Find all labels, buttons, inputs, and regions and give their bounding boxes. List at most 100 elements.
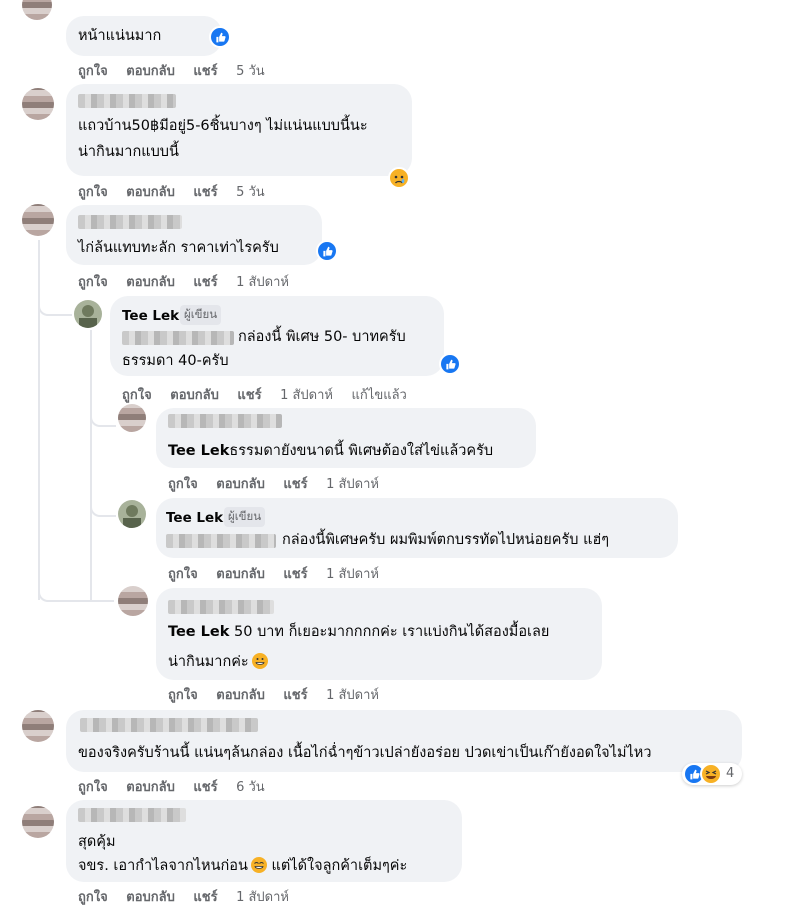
reply-button[interactable]: ตอบกลับ [126,185,175,200]
comment-bubble: แถวบ้าน50฿มีอยู่5-6ชิ้นบางๆ ไม่แน่นแบบนี… [66,84,412,176]
comment-bubble: หน้าแน่นมาก [66,16,222,56]
haha-reaction-icon [700,763,722,785]
timestamp[interactable]: 1 สัปดาห์ [326,567,379,582]
thread-connector [38,580,114,602]
comment-text: ของจริงครับร้านนี้ แน่นๆล้นกล่อง เนื้อไก… [78,745,652,761]
comment-text: ไก่ล้นแทบทะลัก ราคาเท่าไรครับ [78,240,279,256]
reply-button[interactable]: ตอบกลับ [126,890,175,905]
blurred-author-name [78,215,182,229]
reply-text-line1: Tee Lek 50 บาท ก็เยอะมากกกกค่ะ เราแบ่งกิ… [168,624,550,640]
share-button[interactable]: แชร์ [193,275,217,290]
share-button[interactable]: แชร์ [283,477,307,492]
comment-bubble: ของจริงครับร้านนี้ แน่นๆล้นกล่อง เนื้อไก… [66,710,742,772]
like-button[interactable]: ถูกใจ [168,567,198,582]
timestamp[interactable]: 1 สัปดาห์ [236,890,289,905]
grin-emoji-icon [251,653,268,669]
blurred-author-name [78,94,176,108]
reply-button[interactable]: ตอบกลับ [126,275,175,290]
share-button[interactable]: แชร์ [193,890,217,905]
comment-bubble: ไก่ล้นแทบทะลัก ราคาเท่าไรครับ [66,205,322,265]
like-button[interactable]: ถูกใจ [122,388,152,403]
share-button[interactable]: แชร์ [193,64,217,79]
reply-actions: ถูกใจ ตอบกลับ แชร์ 1 สัปดาห์ แก้ไขแล้ว [122,384,421,405]
timestamp[interactable]: 6 วัน [236,780,265,795]
reaction-summary[interactable]: 4 [682,763,742,785]
reply-button[interactable]: ตอบกลับ [216,567,265,582]
thread-line [90,330,92,600]
comment-actions: ถูกใจ ตอบกลับ แชร์ 6 วัน [78,776,279,797]
reply-text-line1: กล่องนี้ พิเศษ 50- บาทครับ [238,329,406,345]
like-button[interactable]: ถูกใจ [78,275,108,290]
reply-bubble: Tee Lek ผู้เขียน กล่องนี้ พิเศษ 50- บาทค… [110,296,444,376]
reply-button[interactable]: ตอบกลับ [126,64,175,79]
author-name[interactable]: Tee Lek [166,510,223,526]
comment-bubble: สุดคุ้ม จขร. เอากำไลจากไหนก่อน แต่ได้ใจล… [66,800,462,882]
blurred-author-name [78,808,186,822]
edited-label: แก้ไขแล้ว [351,388,407,403]
timestamp[interactable]: 1 สัปดาห์ [326,477,379,492]
reply-button[interactable]: ตอบกลับ [216,688,265,703]
reaction-count: 4 [726,766,735,781]
avatar[interactable] [22,0,52,20]
blurred-author-name [168,414,282,428]
avatar[interactable] [22,806,54,838]
blurred-author-name [80,718,258,732]
timestamp[interactable]: 1 สัปดาห์ [280,388,333,403]
reply-text: Tee Lekธรรมดายังขนาดนี้ พิเศษต้องใส่ไข่แ… [168,443,494,459]
sad-reaction-icon[interactable] [388,167,410,189]
timestamp[interactable]: 1 สัปดาห์ [236,275,289,290]
comment-text-line1: แถวบ้าน50฿มีอยู่5-6ชิ้นบางๆ ไม่แน่นแบบนี… [78,118,368,134]
share-button[interactable]: แชร์ [193,185,217,200]
like-button[interactable]: ถูกใจ [78,185,108,200]
avatar[interactable] [118,404,146,432]
mention-tee-lek[interactable]: Tee Lek [168,624,229,640]
blurred-mention [166,534,276,548]
thread-connector [90,490,116,517]
comment-actions: ถูกใจ ตอบกลับ แชร์ 1 สัปดาห์ [78,886,303,907]
grin-emoji-icon [250,857,267,873]
mention-tee-lek[interactable]: Tee Lek [168,443,229,459]
comment-text-line1: สุดคุ้ม [78,834,116,850]
avatar[interactable] [22,88,54,120]
like-icon[interactable] [316,240,338,262]
author-name[interactable]: Tee Lek [122,308,179,324]
reply-actions: ถูกใจ ตอบกลับ แชร์ 1 สัปดาห์ [168,684,393,705]
like-button[interactable]: ถูกใจ [168,477,198,492]
blurred-author-name [168,600,274,614]
comment-actions: ถูกใจ ตอบกลับ แชร์ 5 วัน [78,181,279,202]
share-button[interactable]: แชร์ [283,688,307,703]
reply-button[interactable]: ตอบกลับ [126,780,175,795]
avatar[interactable] [22,204,54,236]
share-button[interactable]: แชร์ [283,567,307,582]
reply-actions: ถูกใจ ตอบกลับ แชร์ 1 สัปดาห์ [168,473,393,494]
avatar[interactable] [74,300,102,328]
share-button[interactable]: แชร์ [193,780,217,795]
like-button[interactable]: ถูกใจ [78,890,108,905]
reply-text-line2: ธรรมดา 40-ครับ [122,353,229,369]
reply-bubble: Tee Lekธรรมดายังขนาดนี้ พิเศษต้องใส่ไข่แ… [156,408,536,468]
avatar[interactable] [118,500,146,528]
thread-connector [38,290,72,316]
like-button[interactable]: ถูกใจ [78,780,108,795]
comment-text-line2: จขร. เอากำไลจากไหนก่อน แต่ได้ใจลูกค้าเต็… [78,857,408,874]
share-button[interactable]: แชร์ [237,388,261,403]
reply-button[interactable]: ตอบกลับ [170,388,219,403]
thread-connector [90,400,116,427]
timestamp[interactable]: 5 วัน [236,185,265,200]
timestamp[interactable]: 5 วัน [236,64,265,79]
like-icon[interactable] [209,26,231,48]
reply-actions: ถูกใจ ตอบกลับ แชร์ 1 สัปดาห์ [168,563,393,584]
reply-text: กล่องนี้พิเศษครับ ผมพิมพ์ตกบรรทัดไปหน่อย… [282,532,610,548]
like-button[interactable]: ถูกใจ [168,688,198,703]
like-button[interactable]: ถูกใจ [78,64,108,79]
reply-bubble: Tee Lek ผู้เขียน กล่องนี้พิเศษครับ ผมพิม… [156,498,678,558]
comment-text-line2: น่ากินมากแบบนี้ [78,144,179,160]
blurred-mention [122,331,234,345]
avatar[interactable] [118,586,148,616]
timestamp[interactable]: 1 สัปดาห์ [326,688,379,703]
reply-bubble: Tee Lek 50 บาท ก็เยอะมากกกกค่ะ เราแบ่งกิ… [156,588,602,680]
comment-actions: ถูกใจ ตอบกลับ แชร์ 5 วัน [78,60,279,81]
avatar[interactable] [22,710,54,742]
like-icon[interactable] [439,353,461,375]
reply-button[interactable]: ตอบกลับ [216,477,265,492]
